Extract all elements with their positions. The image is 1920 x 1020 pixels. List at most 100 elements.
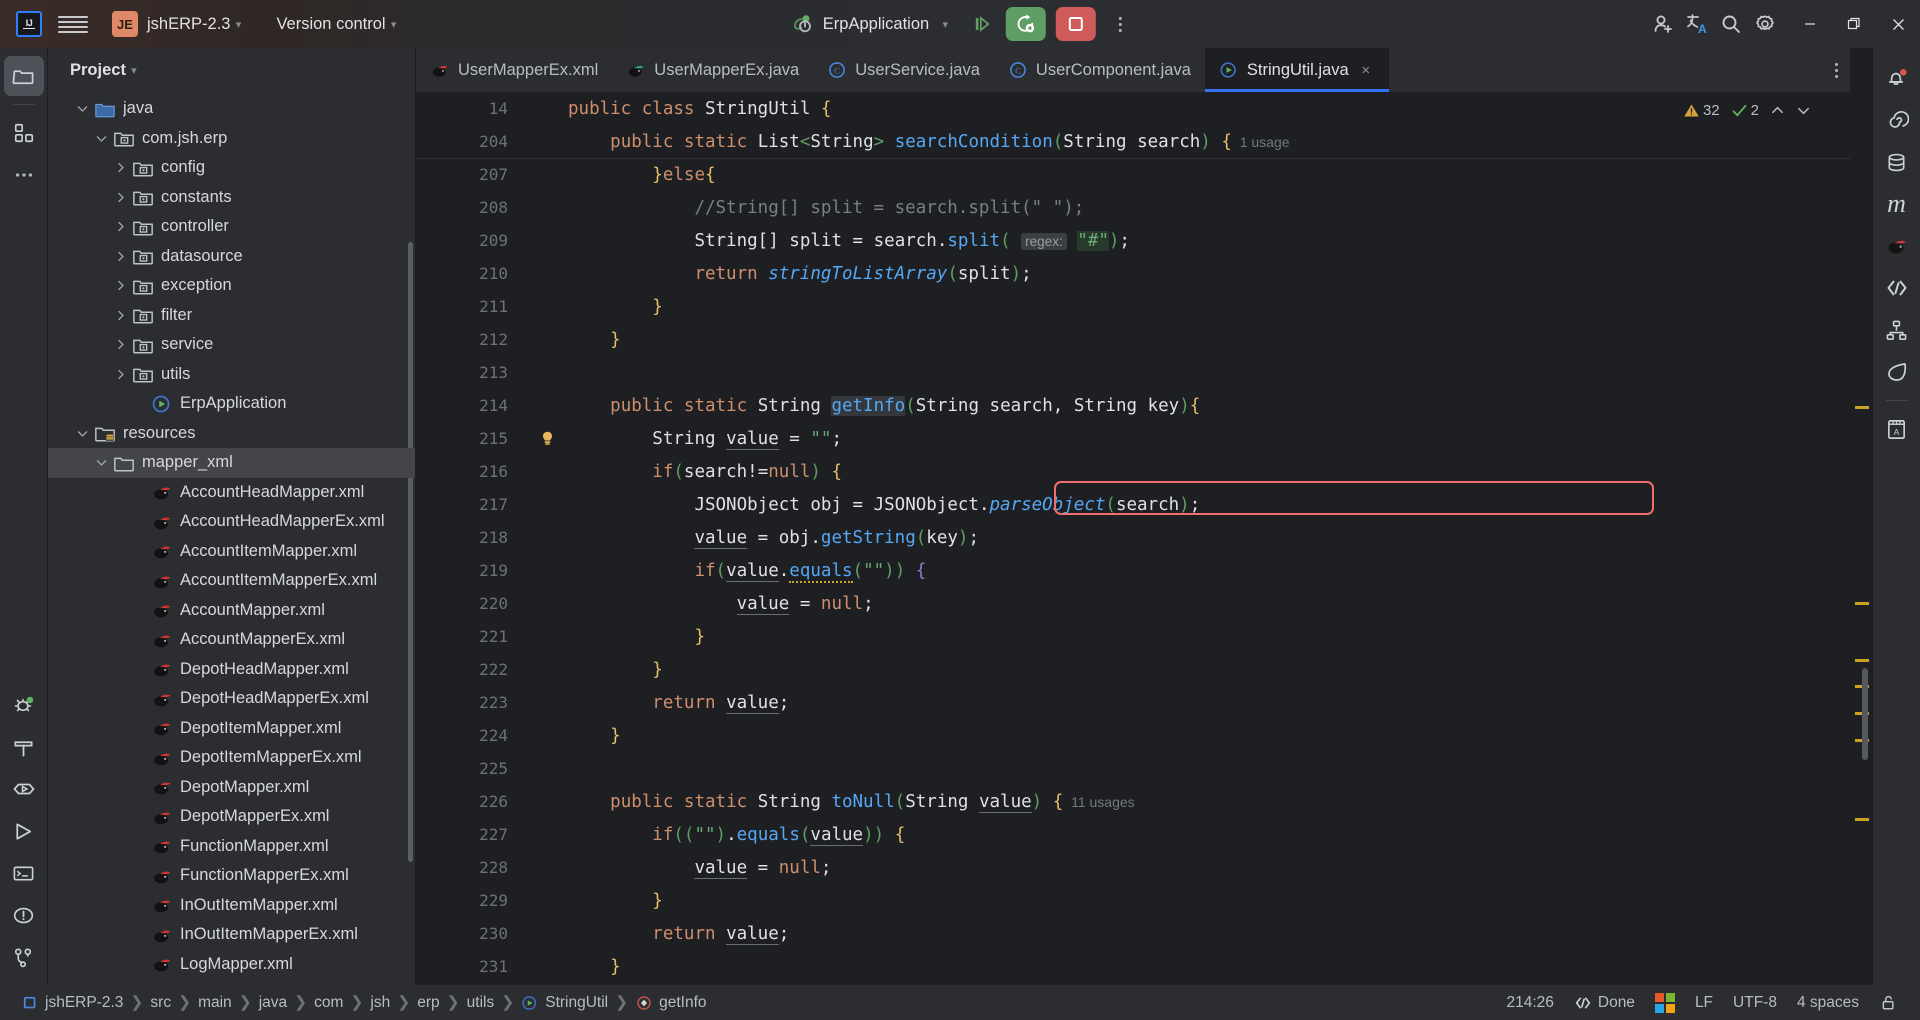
- readonly-toggle[interactable]: [1871, 990, 1906, 1015]
- breadcrumb-item[interactable]: main: [193, 992, 237, 1014]
- sidebar-item-codegeex[interactable]: [1877, 268, 1917, 308]
- stop-button[interactable]: [1056, 7, 1097, 41]
- project-tree[interactable]: java com.jsh.erp config constants controller…: [48, 92, 415, 985]
- tree-item[interactable]: DepotMapper.xml: [48, 773, 415, 803]
- breadcrumb-item[interactable]: utils: [462, 992, 500, 1014]
- tree-item[interactable]: DepotItemMapperEx.xml: [48, 743, 415, 773]
- translate-button[interactable]: A: [1680, 7, 1714, 41]
- line-separator-widget[interactable]: LF: [1687, 991, 1721, 1015]
- version-control-widget[interactable]: Version control ▾: [270, 11, 407, 38]
- breadcrumb-item[interactable]: StringUtil: [516, 992, 613, 1014]
- tree-expand-arrow[interactable]: [90, 456, 112, 469]
- run-configuration-selector[interactable]: ErpApplication ▾: [783, 8, 961, 40]
- tree-item[interactable]: AccountHeadMapper.xml: [48, 478, 415, 508]
- code-line[interactable]: 223 return value;: [416, 686, 1850, 719]
- tree-item[interactable]: utils: [48, 360, 415, 390]
- code-line[interactable]: 212 }: [416, 323, 1850, 356]
- breadcrumb-item[interactable]: com: [309, 992, 348, 1014]
- caret-position-widget[interactable]: 214:26: [1498, 991, 1561, 1015]
- editor-vertical-scrollbar[interactable]: [1862, 668, 1868, 760]
- next-problem-button[interactable]: [1793, 101, 1814, 120]
- tree-item[interactable]: FunctionMapperEx.xml: [48, 861, 415, 891]
- tree-item[interactable]: service: [48, 330, 415, 360]
- code-line[interactable]: 228 value = null;: [416, 851, 1850, 884]
- sidebar-item-structure[interactable]: [1877, 310, 1917, 350]
- sidebar-item-notifications[interactable]: [1877, 58, 1917, 98]
- tree-item[interactable]: config: [48, 153, 415, 183]
- breadcrumb-item[interactable]: jsh: [365, 992, 395, 1014]
- error-stripe-column[interactable]: [1850, 48, 1872, 985]
- warning-count-group[interactable]: 32: [1680, 100, 1723, 121]
- more-run-options-button[interactable]: [1103, 7, 1137, 41]
- tree-expand-arrow[interactable]: [109, 161, 131, 174]
- search-everywhere-button[interactable]: [1714, 7, 1748, 41]
- code-line[interactable]: 218 value = obj.getString(key);: [416, 521, 1850, 554]
- encoding-widget[interactable]: UTF-8: [1725, 991, 1785, 1015]
- code-line[interactable]: 226 public static String toNull(String v…: [416, 785, 1850, 818]
- sidebar-item-maven[interactable]: m: [1877, 184, 1917, 224]
- code-line[interactable]: 230 return value;: [416, 917, 1850, 950]
- hamburger-menu-icon[interactable]: [58, 9, 88, 39]
- sidebar-item-spring[interactable]: [1877, 100, 1917, 140]
- tree-item[interactable]: constants: [48, 183, 415, 213]
- code-line[interactable]: 211 }: [416, 290, 1850, 323]
- tree-item[interactable]: AccountHeadMapperEx.xml: [48, 507, 415, 537]
- tab-usermapperex-xml[interactable]: UserMapperEx.xml: [416, 48, 612, 92]
- code-vision-status-widget[interactable]: Done: [1566, 991, 1643, 1015]
- previous-problem-button[interactable]: [1767, 101, 1788, 120]
- os-widget[interactable]: [1647, 990, 1683, 1016]
- project-panel-header[interactable]: Project ▾: [48, 48, 415, 92]
- sidebar-item-mybatisx[interactable]: [1877, 226, 1917, 266]
- settings-button[interactable]: [1748, 7, 1782, 41]
- tree-item[interactable]: mapper_xml: [48, 448, 415, 478]
- sidebar-item-commit[interactable]: [4, 113, 44, 153]
- sidebar-item-project[interactable]: [3, 56, 44, 96]
- code-line[interactable]: 214 public static String getInfo(String …: [416, 389, 1850, 422]
- tree-item[interactable]: AccountItemMapperEx.xml: [48, 566, 415, 596]
- tab-stringutil-java[interactable]: StringUtil.java ×: [1204, 48, 1389, 92]
- minimize-button[interactable]: [1788, 0, 1832, 48]
- code-line[interactable]: 221 }: [416, 620, 1850, 653]
- sidebar-item-git[interactable]: [4, 937, 44, 977]
- breadcrumb-item[interactable]: jshERP-2.3: [16, 992, 128, 1014]
- tree-item[interactable]: AccountMapperEx.xml: [48, 625, 415, 655]
- sidebar-item-translation[interactable]: A: [1877, 409, 1917, 449]
- breadcrumb-item[interactable]: src: [145, 992, 176, 1014]
- indent-widget[interactable]: 4 spaces: [1789, 991, 1867, 1015]
- code-line[interactable]: 216 if(search!=null) {: [416, 455, 1850, 488]
- code-editor[interactable]: 32 2 14 public class StringUtil {204 pu…: [416, 92, 1850, 985]
- tree-expand-arrow[interactable]: [71, 427, 93, 440]
- code-line[interactable]: 224 }: [416, 719, 1850, 752]
- code-line[interactable]: 229 }: [416, 884, 1850, 917]
- tree-expand-arrow[interactable]: [109, 220, 131, 233]
- code-line[interactable]: 219 if(value.equals("")) {: [416, 554, 1850, 587]
- breadcrumb-item[interactable]: java: [254, 992, 292, 1014]
- tree-expand-arrow[interactable]: [109, 338, 131, 351]
- code-line[interactable]: 222 }: [416, 653, 1850, 686]
- tree-expand-arrow[interactable]: [109, 250, 131, 263]
- ok-count-group[interactable]: 2: [1728, 100, 1762, 121]
- tree-expand-arrow[interactable]: [109, 191, 131, 204]
- tree-item[interactable]: filter: [48, 301, 415, 331]
- tab-userservice-java[interactable]: C UserService.java: [813, 48, 994, 92]
- tree-item[interactable]: controller: [48, 212, 415, 242]
- rerun-button[interactable]: [1006, 7, 1047, 41]
- project-selector[interactable]: JE jshERP-2.3 ▾: [106, 7, 252, 41]
- sidebar-item-more-tool-windows[interactable]: [4, 155, 44, 195]
- close-button[interactable]: [1876, 0, 1920, 48]
- tree-item[interactable]: FunctionMapper.xml: [48, 832, 415, 862]
- sidebar-item-database[interactable]: [1877, 142, 1917, 182]
- intention-bulb-icon[interactable]: [526, 429, 568, 448]
- tree-expand-arrow[interactable]: [109, 368, 131, 381]
- sidebar-item-problems[interactable]: [4, 895, 44, 935]
- editor-tabs-options-button[interactable]: [1835, 48, 1850, 92]
- tree-item[interactable]: AccountItemMapper.xml: [48, 537, 415, 567]
- tab-usermapperex-java[interactable]: UserMapperEx.java: [612, 48, 813, 92]
- close-icon[interactable]: ×: [1357, 61, 1375, 79]
- tree-expand-arrow[interactable]: [90, 132, 112, 145]
- code-line[interactable]: 227 if(("").equals(value)) {: [416, 818, 1850, 851]
- breadcrumb-item[interactable]: erp: [412, 992, 444, 1014]
- code-with-me-button[interactable]: [1646, 7, 1680, 41]
- code-line[interactable]: 208 //String[] split = search.split(" ")…: [416, 191, 1850, 224]
- code-line[interactable]: 209 String[] split = search.split( regex…: [416, 224, 1850, 257]
